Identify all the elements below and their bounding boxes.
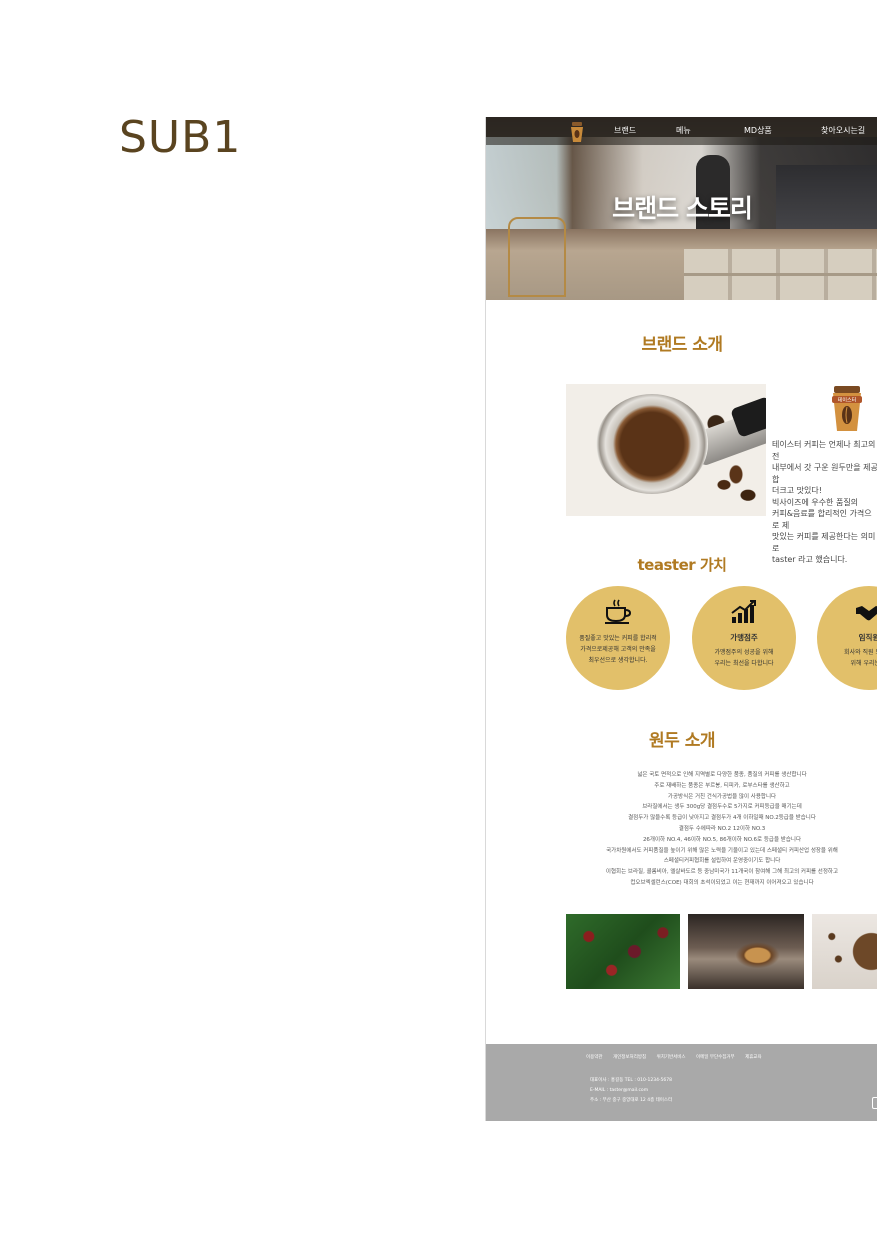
page-label: SUB1: [119, 112, 242, 163]
coffee-beans-photo: [812, 914, 877, 989]
beans-title: 원두 소개: [649, 731, 715, 751]
beans-line: 넓은 국토 면적으로 인해 지역별로 다양한 품종, 품질의 커피를 생산합니다: [637, 772, 807, 778]
footer-link[interactable]: 이메일 무단수집거부: [696, 1055, 735, 1060]
handshake-icon: [856, 606, 877, 621]
values-title: teaster 가치: [637, 556, 727, 574]
value-circle-staff: 임직원 회사와 직원 모두 함 위해 우리는 노: [817, 586, 877, 690]
footer-link[interactable]: 이용약관: [586, 1055, 603, 1060]
hero-title: 브랜드 스토리: [612, 194, 753, 223]
value-quality-line-2: 가격으로제공해 고객의 만족을: [580, 646, 656, 653]
coffee-beans: [706, 464, 766, 516]
instagram-icon[interactable]: [872, 1097, 877, 1109]
value-franchise-title: 가맹점주: [730, 633, 758, 642]
nav-item-menu[interactable]: 메뉴: [676, 125, 691, 136]
footer: 이용약관 개인정보처리방침 위치기반서비스 이메일 무단수집거부 제휴교육 대표…: [486, 1044, 877, 1121]
value-staff-title: 임직원: [858, 633, 877, 642]
beans-line: 26개이하 NO.4, 46이하 NO.5, 86개이하 NO.6로 등급을 받…: [642, 836, 802, 843]
beans-line: 결점두 수에따라 NO.2 12이하 NO.3: [678, 825, 766, 832]
value-circle-quality: 품질좋고 맛있는 커피를 합리적 가격으로제공해 고객의 만족을 최우선으로 생…: [566, 586, 670, 690]
beans-line: 컵오브엑셀런스(COE) 대회의 초석이되었고 이는 현재까지 이어져오고 있습…: [630, 879, 814, 886]
espresso-extraction-photo: [688, 914, 804, 989]
footer-info-line: 주소 : 부산 중구 중앙대로 12 4층 테이스터: [590, 1098, 673, 1103]
footer-link[interactable]: 제휴교육: [745, 1055, 762, 1060]
site-mockup: 브랜드 메뉴 MD상품 찾아오시는길 브랜드 스토리 브랜드 소개 테이스터 테…: [485, 117, 877, 1121]
value-quality-line-3: 최우선으로 생각합니다.: [588, 657, 648, 664]
beans-line: 국가차원에서도 커피품질을 높이기 위해 많은 노력을 기울이고 있는데 스페셜…: [606, 847, 838, 854]
beans-line: 이협회는 브라질, 콜롬비아, 엘살바도르 등 중남미국가 11개국이 참여해 …: [605, 869, 839, 876]
footer-info-line: 대표이사 : 홍길동 TEL : 010-1234-5678: [590, 1078, 673, 1083]
svg-text:테이스터: 테이스터: [838, 397, 856, 404]
top-nav: 브랜드 메뉴 MD상품 찾아오시는길: [486, 117, 877, 145]
counter-drawers: [684, 249, 877, 300]
logo-icon[interactable]: [569, 121, 585, 143]
hero-banner: 브랜드 메뉴 MD상품 찾아오시는길 브랜드 스토리: [486, 117, 877, 300]
value-quality-line-1: 품질좋고 맛있는 커피를 합리적: [579, 635, 657, 642]
coffee-cherry-photo: [566, 914, 680, 989]
value-franchise-line-1: 가맹점주의 성공을 위해: [714, 649, 774, 656]
brand-intro-title: 브랜드 소개: [641, 335, 723, 355]
footer-link[interactable]: 위치기반서비스: [657, 1055, 686, 1060]
portafilter-basket: [596, 394, 708, 494]
nav-item-md[interactable]: MD상품: [744, 125, 772, 136]
value-staff-line-2: 위해 우리는 노: [850, 660, 877, 667]
footer-info: 대표이사 : 홍길동 TEL : 010-1234-5678 E-MAIL : …: [590, 1076, 672, 1106]
nav-item-location[interactable]: 찾아오시는길: [821, 125, 865, 136]
footer-links: 이용약관 개인정보처리방침 위치기반서비스 이메일 무단수집거부 제휴교육: [586, 1054, 771, 1060]
value-franchise-line-2: 우리는 최선을 다합니다: [714, 660, 774, 667]
beans-line: 결점두가 많을수록 등급이 낮아지고 결점두가 4개 이하일때 NO.2등급을 …: [628, 815, 816, 822]
growth-chart-icon: [731, 600, 756, 623]
footer-link[interactable]: 개인정보처리방침: [613, 1055, 646, 1060]
value-staff-line-1: 회사와 직원 모두 함: [844, 649, 877, 656]
beans-description: 넓은 국토 면적으로 인해 지역별로 다양한 품종, 품질의 커피를 생산합니다…: [566, 770, 877, 889]
coffee-cup-icon: [605, 599, 632, 624]
footer-info-line: E-MAIL : taster@mail.com: [590, 1088, 649, 1093]
chair-image: [508, 217, 566, 297]
beans-line: 스페셜티커피협회를 설립하여 운영중이기도 합니다: [663, 858, 781, 865]
coffee-portafilter-image: [566, 384, 766, 516]
beans-line: 브라질에서는 생두 300g당 결점두수로 5가지로 커피등급을 매기는데: [642, 804, 802, 811]
taster-cup-icon: 테이스터: [832, 386, 862, 431]
value-circle-franchise: 가맹점주 가맹점주의 성공을 위해 우리는 최선을 다합니다: [692, 586, 796, 690]
brand-intro-text: 테이스터 커피는 언제나 최고의 전 내부에서 갓 구운 원두만을 제공합 더크…: [772, 440, 877, 564]
beans-line: 가공방식은 거친 건식가공법을 많이 사용합니다: [667, 793, 777, 800]
nav-item-brand[interactable]: 브랜드: [614, 125, 636, 136]
beans-line: 주로 재배하는 품종은 부르봉, 티피카, 로부스타를 생산하고: [654, 782, 790, 789]
